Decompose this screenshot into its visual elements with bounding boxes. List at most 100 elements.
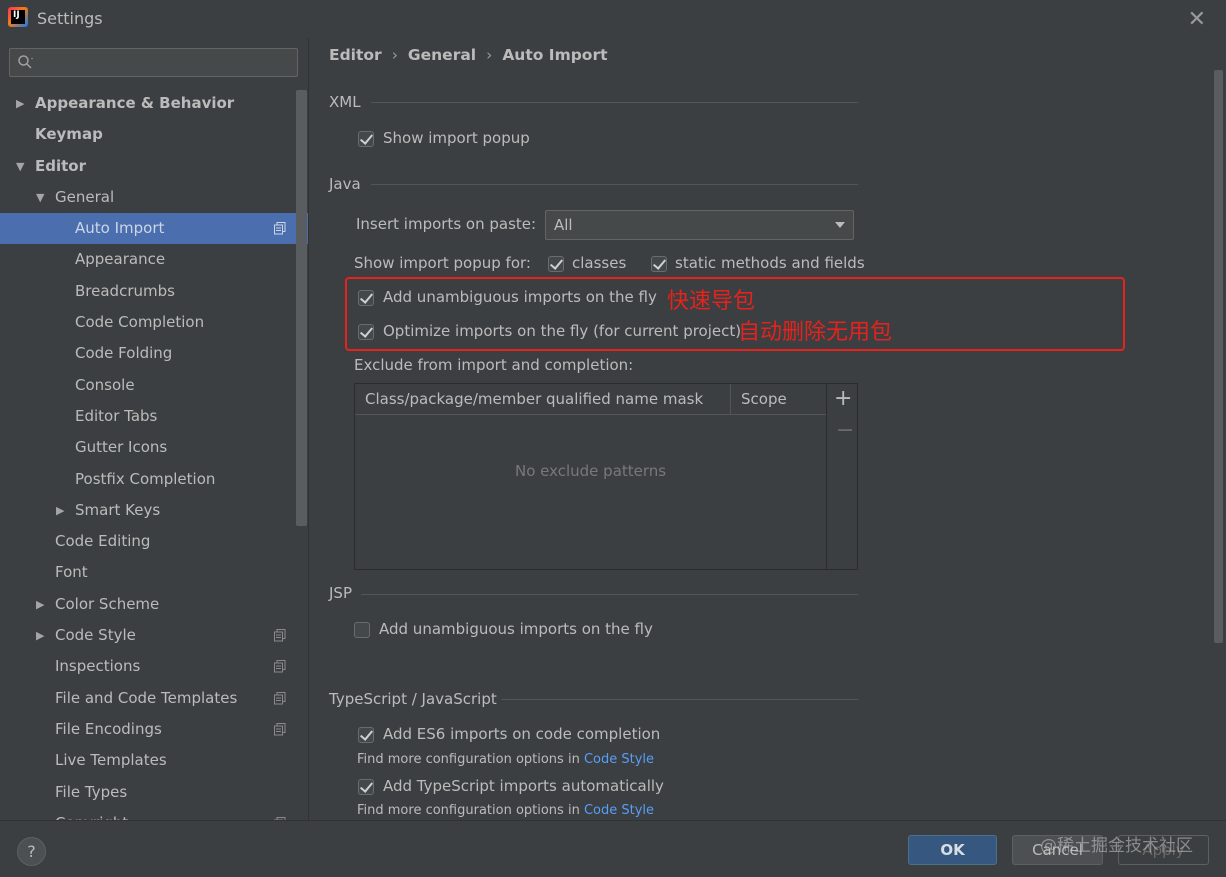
insert-imports-label: Insert imports on paste: — [356, 215, 537, 233]
sidebar-item-inspections[interactable]: Inspections — [0, 651, 296, 682]
add-icon[interactable]: + — [834, 386, 852, 411]
copy-settings-icon — [274, 722, 286, 736]
sidebar-item-gutter-icons[interactable]: Gutter Icons — [0, 432, 296, 463]
jsp-add-unambiguous-checkbox[interactable] — [354, 622, 370, 638]
sidebar-item-appearance[interactable]: Appearance — [0, 244, 296, 275]
title-bar: IJ Settings ✕ — [0, 0, 1226, 38]
optimize-imports-checkbox[interactable] — [358, 324, 374, 340]
section-xml-title: XML — [329, 93, 361, 111]
collapse-arrow-icon[interactable]: ▶ — [36, 808, 44, 820]
hint-prefix: Find more configuration options in — [357, 752, 580, 767]
sidebar-item-label: Font — [55, 563, 88, 582]
breadcrumb-general[interactable]: General — [408, 46, 476, 64]
collapse-arrow-icon[interactable]: ▶ — [16, 88, 24, 119]
close-icon[interactable]: ✕ — [1188, 7, 1206, 32]
sidebar-item-copyright[interactable]: ▶ Copyright — [0, 808, 296, 820]
sidebar-item-label: Editor Tabs — [75, 406, 158, 425]
sidebar-item-label: Live Templates — [55, 751, 167, 770]
settings-sidebar: ▶ Appearance & Behavior Keymap ▼ Editor ▼ Gene… — [0, 38, 308, 820]
expand-arrow-icon[interactable]: ▼ — [16, 151, 24, 182]
annotation-auto-remove: 自动删除无用包 — [738, 320, 893, 345]
add-unambiguous-label: Add unambiguous imports on the fly — [383, 288, 657, 306]
add-unambiguous-checkbox[interactable] — [358, 290, 374, 306]
static-methods-label: static methods and fields — [675, 254, 865, 272]
section-divider — [371, 184, 858, 185]
search-icon — [18, 55, 33, 69]
ok-button[interactable]: OK — [908, 835, 997, 865]
ts-imports-checkbox[interactable] — [358, 779, 374, 795]
classes-checkbox[interactable] — [548, 256, 564, 272]
sidebar-item-label: Code Folding — [75, 344, 173, 363]
sidebar-item-label: Code Completion — [75, 313, 205, 332]
collapse-arrow-icon[interactable]: ▶ — [36, 620, 44, 651]
dialog-footer: ? OK Cancel Apply @稀土掘金技术社区 — [0, 820, 1226, 877]
section-divider — [361, 594, 858, 595]
optimize-imports-label: Optimize imports on the fly (for current… — [383, 322, 742, 340]
show-import-popup-checkbox[interactable] — [358, 131, 374, 147]
sidebar-item-code-folding[interactable]: Code Folding — [0, 338, 296, 369]
breadcrumb-editor[interactable]: Editor — [329, 46, 382, 64]
sidebar-item-code-style[interactable]: ▶ Code Style — [0, 620, 296, 651]
sidebar-item-file-and-code-templates[interactable]: File and Code Templates — [0, 683, 296, 714]
es6-imports-checkbox[interactable] — [358, 727, 374, 743]
sidebar-item-label: Appearance & Behavior — [35, 94, 235, 112]
copy-settings-icon — [274, 660, 286, 673]
collapse-arrow-icon[interactable]: ▶ — [36, 589, 44, 620]
column-header-scope[interactable]: Scope — [741, 390, 787, 408]
sidebar-item-keymap[interactable]: Keymap — [0, 119, 296, 150]
hint-prefix: Find more configuration options in — [357, 803, 580, 818]
expand-arrow-icon[interactable]: ▼ — [36, 182, 44, 213]
sidebar-item-auto-import[interactable]: Auto Import — [0, 213, 308, 245]
sidebar-item-color-scheme[interactable]: ▶ Color Scheme — [0, 589, 296, 620]
annotation-quick-import: 快速导包 — [667, 289, 756, 314]
section-divider — [371, 102, 858, 103]
sidebar-item-label: File Types — [55, 782, 128, 801]
sidebar-item-editor[interactable]: ▼ Editor — [0, 151, 296, 182]
sidebar-item-console[interactable]: Console — [0, 370, 296, 401]
sidebar-item-code-editing[interactable]: Code Editing — [0, 526, 296, 557]
insert-imports-dropdown[interactable]: All — [545, 210, 854, 240]
sidebar-item-label: Gutter Icons — [75, 438, 168, 457]
static-methods-checkbox[interactable] — [651, 256, 667, 272]
sidebar-item-label: Breadcrumbs — [75, 281, 175, 300]
sidebar-item-breadcrumbs[interactable]: Breadcrumbs — [0, 276, 296, 307]
sidebar-item-postfix-completion[interactable]: Postfix Completion — [0, 464, 296, 495]
sidebar-item-label: General — [55, 187, 115, 206]
sidebar-item-label: Keymap — [35, 125, 103, 144]
sidebar-item-label: File Encodings — [55, 719, 162, 738]
sidebar-item-smart-keys[interactable]: ▶ Smart Keys — [0, 495, 296, 526]
sidebar-item-file-encodings[interactable]: File Encodings — [0, 714, 296, 745]
help-button[interactable]: ? — [17, 837, 46, 866]
hint-text: Find more configuration options in Code … — [357, 752, 654, 767]
sidebar-item-editor-tabs[interactable]: Editor Tabs — [0, 401, 296, 432]
breadcrumb-separator: › — [391, 46, 398, 64]
code-style-link[interactable]: Code Style — [584, 752, 654, 767]
sidebar-item-code-completion[interactable]: Code Completion — [0, 307, 296, 338]
sidebar-item-label: Inspections — [55, 657, 141, 676]
sidebar-scrollbar[interactable] — [296, 90, 307, 526]
code-style-link[interactable]: Code Style — [584, 803, 654, 818]
settings-tree: ▶ Appearance & Behavior Keymap ▼ Editor ▼ Gene… — [0, 88, 308, 820]
section-ts-title: TypeScript / JavaScript — [329, 690, 497, 708]
sidebar-item-label: Color Scheme — [55, 594, 160, 613]
search-input[interactable] — [9, 48, 298, 77]
sidebar-item-label: Code Style — [55, 626, 136, 645]
breadcrumb-auto-import: Auto Import — [502, 46, 608, 64]
collapse-arrow-icon[interactable]: ▶ — [56, 495, 64, 526]
exclude-label: Exclude from import and completion: — [354, 356, 634, 374]
section-divider — [501, 699, 858, 700]
sidebar-item-label: Editor — [35, 156, 86, 175]
sidebar-item-general[interactable]: ▼ General — [0, 182, 296, 213]
column-header-mask[interactable]: Class/package/member qualified name mask — [365, 390, 703, 408]
ts-imports-label: Add TypeScript imports automatically — [383, 777, 664, 795]
show-import-popup-label: Show import popup — [383, 129, 530, 147]
classes-label: classes — [572, 254, 627, 272]
column-separator — [730, 384, 731, 415]
sidebar-item-live-templates[interactable]: Live Templates — [0, 745, 296, 776]
sidebar-item-file-types[interactable]: File Types — [0, 777, 296, 808]
copy-settings-icon — [274, 629, 286, 642]
sidebar-item-font[interactable]: Font — [0, 557, 296, 588]
content-scrollbar[interactable] — [1214, 70, 1223, 643]
sidebar-item-appearance-behavior[interactable]: ▶ Appearance & Behavior — [0, 88, 296, 119]
chevron-down-icon — [835, 222, 845, 228]
